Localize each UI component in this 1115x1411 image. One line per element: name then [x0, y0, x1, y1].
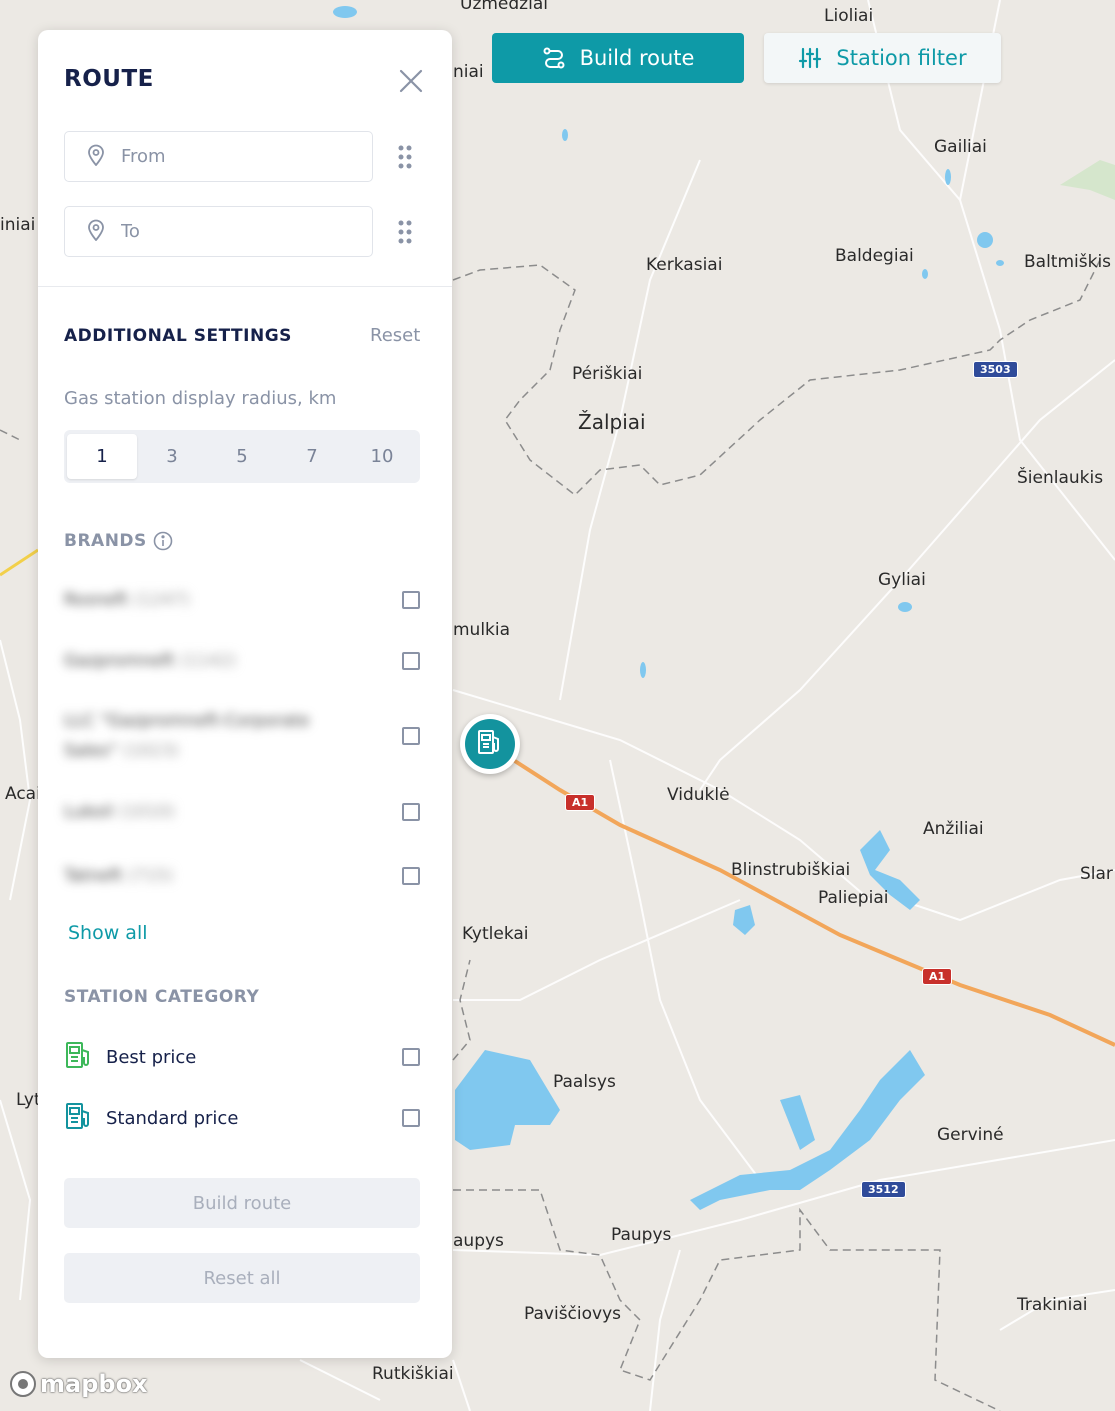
brand-checkbox[interactable]	[402, 727, 420, 745]
map-place-label: Kerkasiai	[646, 255, 723, 275]
map-place-label: Lioliai	[824, 6, 874, 26]
radius-option-3[interactable]: 3	[137, 434, 207, 479]
map-place-label: Baldegiai	[835, 246, 914, 266]
station-category-heading: STATION CATEGORY	[64, 987, 260, 1007]
reset-all-button[interactable]: Reset all	[64, 1253, 420, 1303]
category-row-standard-price[interactable]: Standard price	[64, 1101, 420, 1135]
map-place-label: Baltmiškis	[1024, 252, 1112, 272]
radius-option-5[interactable]: 5	[207, 434, 277, 479]
map-place-label: Paviščiovys	[524, 1304, 621, 1324]
road-shield: 3512	[861, 1181, 906, 1198]
close-button[interactable]	[396, 66, 426, 96]
map-place-label: Paupys	[611, 1225, 672, 1245]
brands-heading: BRANDS	[64, 531, 147, 551]
map-place-label: Paalsys	[553, 1072, 616, 1092]
build-route-button[interactable]: Build route	[492, 33, 744, 83]
radius-option-10[interactable]: 10	[347, 434, 417, 479]
location-pin-icon	[87, 144, 105, 170]
route-icon	[542, 46, 566, 70]
to-field[interactable]	[64, 206, 373, 257]
from-input[interactable]	[119, 145, 343, 168]
brand-row[interactable]: Gazpromneft (1142)	[64, 646, 420, 676]
map-place-label: niai	[453, 62, 484, 82]
road-shield: 3503	[973, 361, 1018, 378]
map-place-label: Périškiai	[572, 364, 643, 384]
map-place-label: Trakiniai	[1017, 1295, 1088, 1315]
from-field[interactable]	[64, 131, 373, 182]
brand-checkbox[interactable]	[402, 867, 420, 885]
fuel-station-icon	[64, 1101, 94, 1135]
road-shield: A1	[565, 794, 596, 811]
sliders-icon	[798, 46, 822, 70]
drag-handle-icon	[397, 145, 413, 174]
category-checkbox[interactable]	[402, 1048, 420, 1066]
info-icon[interactable]	[153, 531, 173, 555]
additional-settings-heading: ADDITIONAL SETTINGS	[64, 326, 292, 346]
map-place-label: mulkia	[453, 620, 511, 640]
brand-checkbox[interactable]	[402, 652, 420, 670]
fuel-station-icon	[64, 1040, 94, 1074]
to-input[interactable]	[119, 220, 343, 243]
drag-handle-icon	[397, 220, 413, 249]
close-icon	[396, 69, 426, 100]
map-place-label: Slar	[1080, 864, 1113, 884]
map-place-label: Uzmedžiai	[460, 0, 548, 14]
drag-handle-from[interactable]	[397, 144, 413, 170]
location-pin-icon	[87, 219, 105, 245]
map-place-label: Acai	[5, 784, 41, 804]
category-label: Best price	[106, 1046, 197, 1068]
station-filter-label: Station filter	[836, 46, 967, 70]
radius-option-7[interactable]: 7	[277, 434, 347, 479]
build-route-label: Build route	[579, 46, 695, 70]
reset-link[interactable]: Reset	[370, 325, 420, 346]
station-filter-button[interactable]: Station filter	[764, 33, 1001, 83]
map-place-label: Gailiai	[934, 137, 987, 157]
panel-build-route-button[interactable]: Build route	[64, 1178, 420, 1228]
map-place-label: aupys	[453, 1231, 504, 1251]
map-place-label: iniai	[0, 215, 36, 235]
category-label: Standard price	[106, 1107, 239, 1129]
fuel-station-icon	[475, 727, 505, 761]
map-place-label: Rutkiškiai	[372, 1364, 454, 1384]
map-place-label: Lyt	[16, 1090, 41, 1110]
divider	[38, 286, 452, 287]
route-panel: ROUTE From To ADDITIONAL SETTINGS Reset …	[38, 30, 452, 1358]
brand-checkbox[interactable]	[402, 803, 420, 821]
map-place-label: Žalpiai	[578, 410, 646, 434]
brand-row[interactable]: Tatneft (715)	[64, 861, 420, 891]
map-place-label: Gerviné	[937, 1125, 1004, 1145]
map-place-label: Blinstrubiškiai	[731, 860, 851, 880]
road-shield: A1	[922, 968, 953, 985]
mapbox-logo: mapbox	[10, 1370, 148, 1398]
radius-option-1[interactable]: 1	[67, 434, 137, 479]
map-place-label: Anžiliai	[923, 819, 984, 839]
category-checkbox[interactable]	[402, 1109, 420, 1127]
drag-handle-to[interactable]	[397, 219, 413, 245]
map-place-label: Gyliai	[878, 570, 926, 590]
map-place-label: Paliepiai	[818, 888, 889, 908]
map-place-label: Viduklė	[667, 785, 730, 805]
show-all-link[interactable]: Show all	[68, 922, 148, 944]
brand-row[interactable]: Lukoil (1010)	[64, 797, 420, 827]
radius-selector: 1 3 5 7 10	[64, 430, 420, 483]
category-row-best-price[interactable]: Best price	[64, 1040, 420, 1074]
panel-title: ROUTE	[64, 66, 154, 92]
radius-label: Gas station display radius, km	[64, 388, 337, 409]
brand-checkbox[interactable]	[402, 591, 420, 609]
map-place-label: Šienlaukis	[1017, 468, 1104, 488]
brand-row[interactable]: Rosneft (1247)	[64, 585, 420, 615]
fuel-station-marker[interactable]	[460, 714, 520, 774]
brand-row[interactable]: LLC "Gazpromneft-Corporate Sales" (1023)	[64, 706, 420, 766]
map-place-label: Kytlekai	[462, 924, 529, 944]
